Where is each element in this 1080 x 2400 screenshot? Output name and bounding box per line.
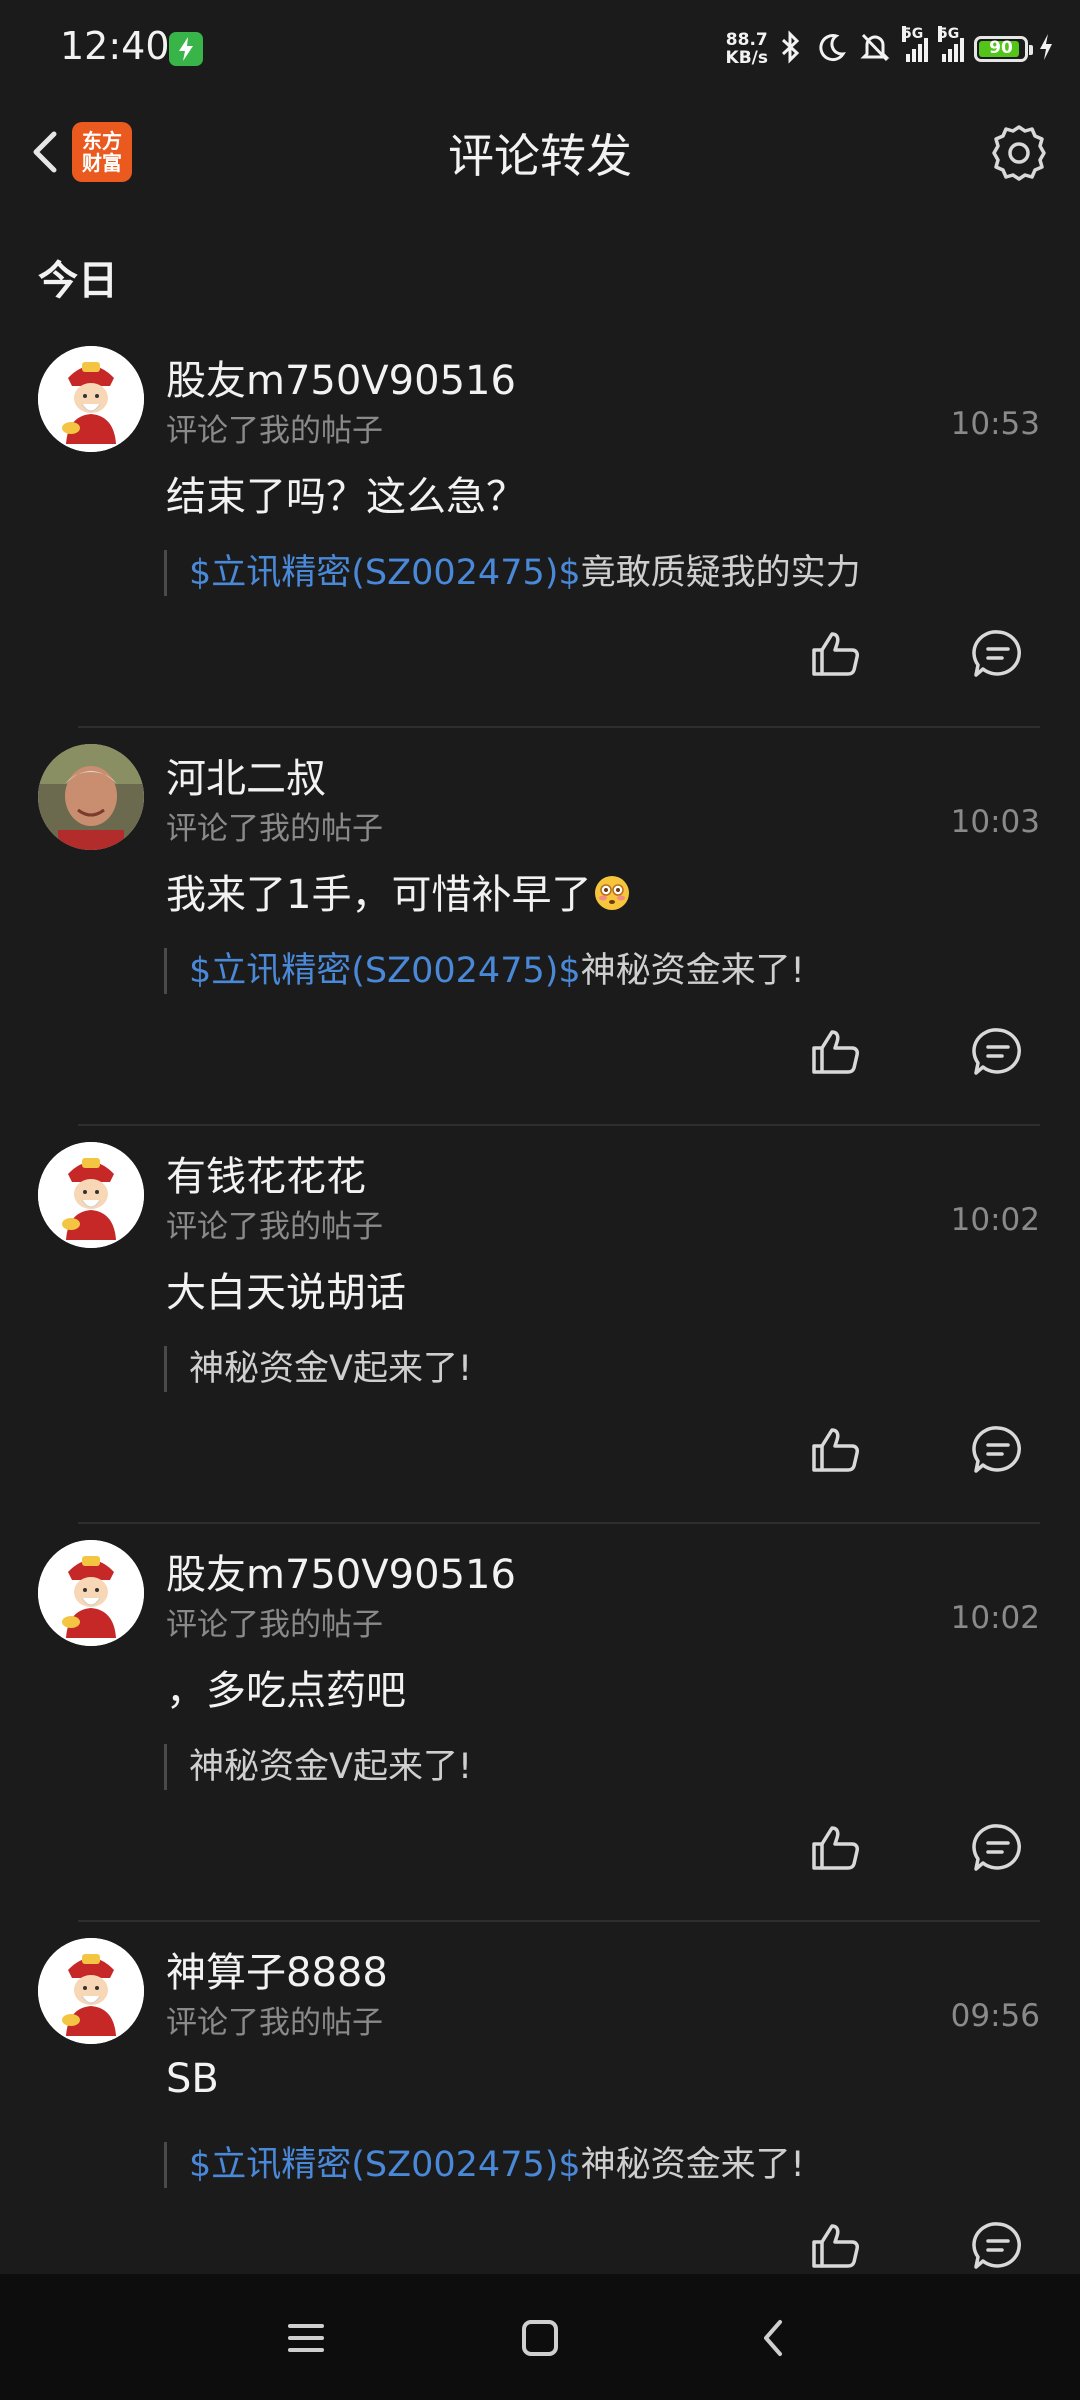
username[interactable]: 河北二叔	[166, 746, 326, 804]
system-nav-bar	[0, 2274, 1080, 2400]
system-back-button[interactable]	[746, 2310, 802, 2366]
caishen-avatar-icon	[38, 1540, 144, 1646]
status-time: 12:40	[60, 24, 170, 68]
username[interactable]: 有钱花花花	[166, 1144, 366, 1202]
reply-button[interactable]	[970, 2218, 1026, 2274]
like-button[interactable]	[808, 2218, 864, 2274]
caishen-avatar-icon	[38, 1142, 144, 1248]
reply-button[interactable]	[970, 1024, 1026, 1080]
comment-action-text: 评论了我的帖子	[166, 1209, 383, 1245]
app-header: 东方 财富 评论转发	[0, 98, 1080, 208]
menu-icon	[288, 2324, 324, 2352]
network-speed: 88.7 KB/s	[725, 30, 768, 68]
gear-icon	[992, 125, 1046, 181]
stock-link[interactable]: $立讯精密(SZ002475)$	[189, 2145, 581, 2185]
comment-time: 10:03	[950, 804, 1040, 840]
comment-action-text: 评论了我的帖子	[166, 2005, 383, 2041]
mute-icon	[858, 30, 892, 68]
quoted-post[interactable]: 神秘资金Ⅴ起来了!	[164, 1744, 472, 1790]
like-button[interactable]	[808, 1422, 864, 1478]
reply-button[interactable]	[970, 626, 1026, 682]
caishen-avatar-icon	[38, 346, 144, 452]
bolt-icon	[1038, 32, 1054, 66]
comment-bubble-icon	[972, 1824, 1021, 1871]
comment-action-text: 评论了我的帖子	[166, 811, 383, 847]
quoted-post-text: 神秘资金Ⅴ起来了!	[189, 1747, 472, 1787]
like-button[interactable]	[808, 1820, 864, 1876]
flushed-emoji-icon	[591, 872, 631, 918]
avatar[interactable]	[38, 744, 144, 850]
avatar[interactable]	[38, 1142, 144, 1248]
quoted-post[interactable]: $立讯精密(SZ002475)$竟敢质疑我的实力	[164, 550, 861, 596]
quoted-post-text: 神秘资金Ⅴ起来了!	[189, 1349, 472, 1389]
comment-item[interactable]: 股友m750V90516 评论了我的帖子 10:02 ，多吃点药吧 神秘资金Ⅴ起…	[0, 1524, 1080, 1922]
recents-button[interactable]	[278, 2310, 334, 2366]
thumbs-up-icon	[812, 2224, 859, 2268]
comment-time: 10:53	[950, 406, 1040, 442]
quoted-post[interactable]: $立讯精密(SZ002475)$神秘资金来了!	[164, 948, 805, 994]
signal-icon: 5G	[902, 26, 928, 62]
comment-item[interactable]: 神算子8888 评论了我的帖子 09:56 SB $立讯精密(SZ002475)…	[0, 1922, 1080, 2320]
thumbs-up-icon	[812, 1428, 859, 1472]
comment-bubble-icon	[972, 2222, 1021, 2269]
thumbs-up-icon	[812, 632, 859, 676]
comment-item[interactable]: 河北二叔 评论了我的帖子 10:03 我来了1手，可惜补早了 $立讯精密(SZ0…	[0, 728, 1080, 1126]
settings-button[interactable]	[986, 120, 1052, 186]
comment-time: 10:02	[950, 1202, 1040, 1238]
signal-icon: 5G	[938, 26, 964, 62]
stock-link[interactable]: $立讯精密(SZ002475)$	[189, 951, 581, 991]
comment-bubble-icon	[972, 1028, 1021, 1075]
charging-icon	[169, 32, 203, 66]
comment-action-text: 评论了我的帖子	[166, 1607, 383, 1643]
quoted-post[interactable]: $立讯精密(SZ002475)$神秘资金来了!	[164, 2142, 805, 2188]
comment-text: ，多吃点药吧	[166, 1668, 406, 1714]
quoted-post-text: 神秘资金来了!	[580, 2145, 805, 2185]
thumbs-up-icon	[812, 1826, 859, 1870]
status-bar: 12:40 88.7 KB/s 5G 5G 90	[0, 0, 1080, 98]
avatar[interactable]	[38, 346, 144, 452]
username[interactable]: 神算子8888	[166, 1940, 388, 1998]
quoted-post-text: 竟敢质疑我的实力	[580, 553, 861, 593]
caishen-avatar-icon	[38, 1938, 144, 2044]
home-button[interactable]	[512, 2310, 568, 2366]
quoted-post-text: 神秘资金来了!	[580, 951, 805, 991]
reply-button[interactable]	[970, 1422, 1026, 1478]
reply-button[interactable]	[970, 1820, 1026, 1876]
section-label-today: 今日	[38, 258, 118, 304]
comment-list: 股友m750V90516 评论了我的帖子 10:53 结束了吗？这么急？ $立讯…	[0, 330, 1080, 2320]
home-icon	[522, 2320, 558, 2356]
bluetooth-icon	[778, 30, 804, 68]
like-button[interactable]	[808, 626, 864, 682]
battery-icon: 90	[974, 36, 1033, 62]
thumbs-up-icon	[812, 1030, 859, 1074]
back-icon	[764, 2320, 782, 2356]
user-photo-avatar	[38, 744, 144, 850]
comment-text: 结束了吗？这么急？	[166, 474, 526, 520]
comment-item[interactable]: 股友m750V90516 评论了我的帖子 10:53 结束了吗？这么急？ $立讯…	[0, 330, 1080, 728]
page-title: 评论转发	[448, 129, 632, 183]
comment-action-text: 评论了我的帖子	[166, 413, 383, 449]
like-button[interactable]	[808, 1024, 864, 1080]
avatar[interactable]	[38, 1938, 144, 2044]
comment-item[interactable]: 有钱花花花 评论了我的帖子 10:02 大白天说胡话 神秘资金Ⅴ起来了!	[0, 1126, 1080, 1524]
username[interactable]: 股友m750V90516	[166, 348, 516, 406]
moon-icon	[814, 30, 848, 68]
stock-link[interactable]: $立讯精密(SZ002475)$	[189, 553, 581, 593]
comment-text: 大白天说胡话	[166, 1270, 406, 1316]
comment-bubble-icon	[972, 1426, 1021, 1473]
avatar[interactable]	[38, 1540, 144, 1646]
username[interactable]: 股友m750V90516	[166, 1542, 516, 1600]
quoted-post[interactable]: 神秘资金Ⅴ起来了!	[164, 1346, 472, 1392]
comment-bubble-icon	[972, 630, 1021, 677]
comment-text: 我来了1手，可惜补早了	[166, 862, 631, 920]
comment-text: SB	[166, 2056, 219, 2102]
comment-time: 09:56	[950, 1998, 1040, 2034]
comment-time: 10:02	[950, 1600, 1040, 1636]
